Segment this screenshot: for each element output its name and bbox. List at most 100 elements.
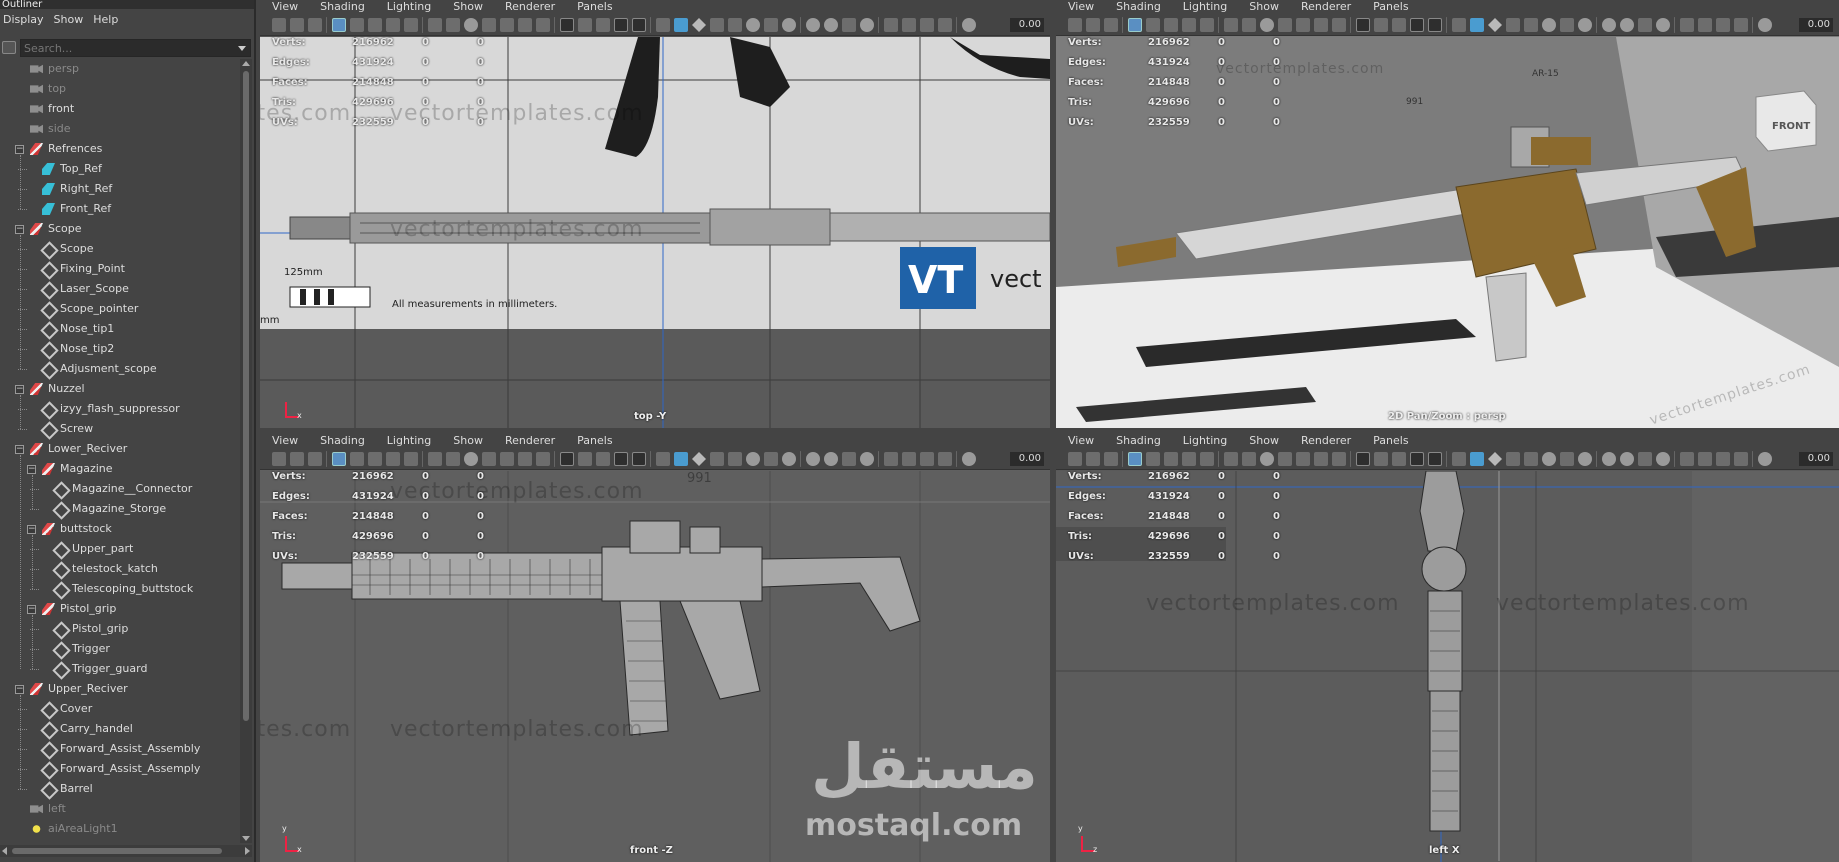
outliner-item[interactable]: Right_Ref bbox=[0, 179, 240, 199]
pan-zoom-icon[interactable] bbox=[1278, 452, 1292, 466]
use-lights-icon[interactable] bbox=[1428, 452, 1442, 466]
wireframe-icon[interactable] bbox=[560, 18, 574, 32]
outliner-item[interactable]: Front_Ref bbox=[0, 199, 240, 219]
toggle-icon[interactable] bbox=[902, 18, 916, 32]
viewport-menu-view[interactable]: View bbox=[1068, 434, 1094, 448]
shadows-icon[interactable] bbox=[656, 452, 670, 466]
smooth-shade-icon[interactable] bbox=[578, 452, 592, 466]
exposure-icon[interactable] bbox=[824, 452, 838, 466]
collapse-toggle-icon[interactable]: − bbox=[27, 605, 36, 614]
grease-pencil-icon[interactable] bbox=[1296, 18, 1310, 32]
grease-pencil-icon[interactable] bbox=[1296, 452, 1310, 466]
gate-mask-icon[interactable] bbox=[1200, 452, 1214, 466]
safe-action-icon[interactable] bbox=[1242, 452, 1256, 466]
grid-icon[interactable] bbox=[350, 18, 364, 32]
default-material-icon[interactable] bbox=[596, 452, 610, 466]
select-icon[interactable] bbox=[1314, 452, 1328, 466]
viewport-menu-shading[interactable]: Shading bbox=[1116, 0, 1161, 14]
textured-icon[interactable] bbox=[614, 18, 628, 32]
viewport-menu-view[interactable]: View bbox=[1068, 0, 1094, 14]
frame-icon[interactable] bbox=[920, 452, 934, 466]
outliner-item[interactable]: Laser_Scope bbox=[0, 279, 240, 299]
use-lights-icon[interactable] bbox=[632, 452, 646, 466]
viewport-menu-shading[interactable]: Shading bbox=[1116, 434, 1161, 448]
outliner-item[interactable]: izyy_flash_suppressor bbox=[0, 399, 240, 419]
hud-icon[interactable] bbox=[884, 18, 898, 32]
camera-attr-icon[interactable] bbox=[290, 452, 304, 466]
viewport-front[interactable]: View Shading Lighting Show Renderer Panels 0.… bbox=[260, 434, 1050, 862]
viewport-menu-panels[interactable]: Panels bbox=[1373, 434, 1408, 448]
outliner-item[interactable]: aiAreaLight1 bbox=[0, 819, 240, 839]
viewport-menu-renderer[interactable]: Renderer bbox=[1301, 434, 1351, 448]
safe-title-icon[interactable] bbox=[1260, 18, 1274, 32]
outliner-item[interactable]: − Upper_Reciver bbox=[0, 679, 240, 699]
ambient-occlusion-icon[interactable] bbox=[1524, 452, 1538, 466]
motion-blur-icon[interactable] bbox=[782, 18, 796, 32]
camera-attr-icon[interactable] bbox=[1086, 452, 1100, 466]
scroll-thumb[interactable] bbox=[243, 71, 249, 721]
camera-attr-icon[interactable] bbox=[1086, 18, 1100, 32]
outliner-item[interactable]: Nose_tip2 bbox=[0, 339, 240, 359]
field-chart-icon[interactable] bbox=[1224, 452, 1238, 466]
gate-mask-icon[interactable] bbox=[404, 452, 418, 466]
viewport-menu-shading[interactable]: Shading bbox=[320, 0, 365, 14]
scroll-thumb-horizontal[interactable] bbox=[12, 848, 222, 854]
smooth-shade-icon[interactable] bbox=[1374, 452, 1388, 466]
xray-joints-icon[interactable] bbox=[692, 452, 706, 466]
toggle-icon[interactable] bbox=[902, 452, 916, 466]
outliner-item[interactable]: − Nuzzel bbox=[0, 379, 240, 399]
wireframe-icon[interactable] bbox=[560, 452, 574, 466]
gamma-icon[interactable] bbox=[842, 18, 856, 32]
gate-mask-icon[interactable] bbox=[1200, 18, 1214, 32]
frame-icon[interactable] bbox=[1716, 18, 1730, 32]
grid-icon[interactable] bbox=[1146, 18, 1160, 32]
scroll-right-icon[interactable] bbox=[245, 847, 250, 855]
scroll-left-icon[interactable] bbox=[2, 847, 7, 855]
viewport-menu-view[interactable]: View bbox=[272, 0, 298, 14]
viewport-settings-icon[interactable] bbox=[1758, 18, 1772, 32]
camera-frame-icon[interactable] bbox=[1734, 18, 1748, 32]
viewport-settings-icon[interactable] bbox=[1758, 452, 1772, 466]
camera-attr-icon[interactable] bbox=[290, 18, 304, 32]
default-material-icon[interactable] bbox=[1392, 18, 1406, 32]
grease-pencil-icon[interactable] bbox=[500, 18, 514, 32]
isolate-icon[interactable] bbox=[1602, 452, 1616, 466]
outliner-item[interactable]: Magazine__Connector bbox=[0, 479, 240, 499]
grid-icon[interactable] bbox=[1146, 452, 1160, 466]
depth-of-field-icon[interactable] bbox=[1560, 18, 1574, 32]
snap-icon[interactable] bbox=[1332, 452, 1346, 466]
film-gate-icon[interactable] bbox=[368, 452, 382, 466]
outliner-item[interactable]: Top_Ref bbox=[0, 159, 240, 179]
xray-components-icon[interactable] bbox=[710, 18, 724, 32]
resolution-gate-icon[interactable] bbox=[386, 18, 400, 32]
field-chart-icon[interactable] bbox=[428, 18, 442, 32]
scroll-down-icon[interactable] bbox=[242, 836, 250, 841]
outliner-item[interactable]: Barrel bbox=[0, 779, 240, 799]
antialias-icon[interactable] bbox=[1542, 452, 1556, 466]
outliner-item[interactable]: Magazine_Storge bbox=[0, 499, 240, 519]
motion-blur-icon[interactable] bbox=[782, 452, 796, 466]
outliner-item[interactable]: Telescoping_buttstock bbox=[0, 579, 240, 599]
safe-action-icon[interactable] bbox=[446, 452, 460, 466]
depth-of-field-icon[interactable] bbox=[764, 452, 778, 466]
outliner-menu-show[interactable]: Show bbox=[54, 13, 84, 30]
shadows-icon[interactable] bbox=[1452, 18, 1466, 32]
isolate-icon[interactable] bbox=[806, 452, 820, 466]
outliner-menu-display[interactable]: Display bbox=[3, 13, 44, 30]
collapse-toggle-icon[interactable]: − bbox=[27, 465, 36, 474]
gate-mask-icon[interactable] bbox=[404, 18, 418, 32]
use-lights-icon[interactable] bbox=[1428, 18, 1442, 32]
isolate-icon[interactable] bbox=[1602, 18, 1616, 32]
shadows-icon[interactable] bbox=[656, 18, 670, 32]
ambient-occlusion-icon[interactable] bbox=[728, 452, 742, 466]
outliner-item[interactable]: telestock_katch bbox=[0, 559, 240, 579]
frame-icon[interactable] bbox=[1716, 452, 1730, 466]
viewport-menu-lighting[interactable]: Lighting bbox=[1183, 0, 1227, 14]
bookmark-icon[interactable] bbox=[308, 18, 322, 32]
collapse-toggle-icon[interactable]: − bbox=[15, 685, 24, 694]
camera-frame-icon[interactable] bbox=[938, 18, 952, 32]
frame-icon[interactable] bbox=[920, 18, 934, 32]
color-management-icon[interactable] bbox=[860, 452, 874, 466]
wireframe-icon[interactable] bbox=[1356, 452, 1370, 466]
image-plane-icon[interactable] bbox=[332, 452, 346, 466]
